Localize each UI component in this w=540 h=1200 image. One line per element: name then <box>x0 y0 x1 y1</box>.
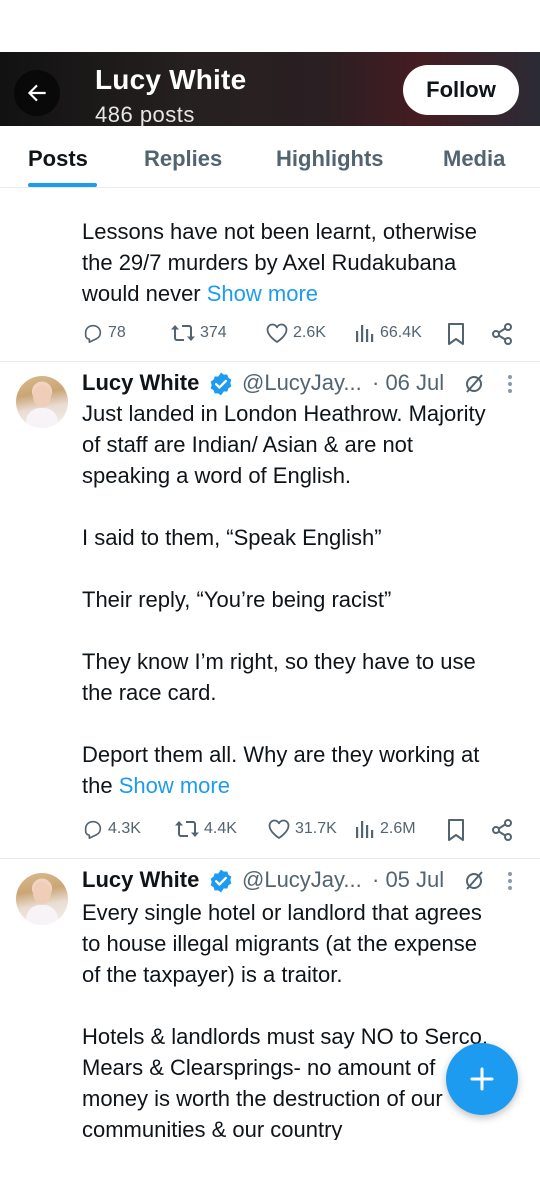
views-icon <box>356 325 374 342</box>
post-line: to house illegal migrants (at the expens… <box>82 931 478 956</box>
like-count: 2.6K <box>293 324 326 341</box>
reply-count: 78 <box>108 324 126 341</box>
post-line: the race card. <box>82 680 217 705</box>
repost-button[interactable]: 4.4K <box>174 818 237 840</box>
share-button[interactable] <box>490 818 514 842</box>
posts-count: 486 posts <box>95 102 195 126</box>
reply-button[interactable]: 78 <box>82 322 126 344</box>
profile-tabs: Posts Replies Highlights Media <box>0 126 540 188</box>
post-line: Deport them all. Why are they working at <box>82 742 480 767</box>
tab-posts[interactable]: Posts <box>28 146 88 172</box>
post-line: Hotels & landlords must say NO to Serco, <box>82 1024 488 1049</box>
status-bar <box>0 0 540 52</box>
post-date[interactable]: · 06 Jul <box>372 370 444 396</box>
grok-icon[interactable] <box>462 372 486 396</box>
post-text: Just landed in London Heathrow. Majority… <box>82 398 527 801</box>
compose-button[interactable] <box>446 1043 518 1115</box>
post-line <box>82 553 527 584</box>
reply-button[interactable]: 4.3K <box>82 818 141 840</box>
repost-icon <box>175 821 199 837</box>
like-count: 31.7K <box>295 820 337 837</box>
repost-count: 374 <box>200 324 227 341</box>
reply-icon <box>84 820 102 839</box>
back-arrow-icon <box>27 84 46 102</box>
post-line <box>82 615 527 646</box>
post-line <box>82 491 527 522</box>
avatar[interactable] <box>16 376 68 428</box>
post-line <box>82 990 527 1021</box>
post-line: speaking a word of English. <box>82 463 352 488</box>
post-line: the <box>82 773 119 798</box>
post-line <box>82 708 527 739</box>
post-line: Their reply, “You’re being racist” <box>82 587 392 612</box>
back-button[interactable] <box>14 70 60 116</box>
grok-icon[interactable] <box>462 869 486 893</box>
author-handle[interactable]: @LucyJay... <box>242 370 362 396</box>
like-button[interactable]: 2.6K <box>265 322 326 344</box>
post-date[interactable]: · 05 Jul <box>372 867 444 893</box>
plus-icon <box>470 1067 494 1091</box>
share-button[interactable] <box>490 322 514 346</box>
views-button[interactable]: 66.4K <box>354 322 422 344</box>
post-text: Lessons have not been learnt, otherwise … <box>82 216 522 309</box>
show-more-link[interactable]: Show more <box>119 773 230 798</box>
repost-button[interactable]: 374 <box>170 322 227 344</box>
post-line: of the taxpayer) is a traitor. <box>82 962 343 987</box>
like-button[interactable]: 31.7K <box>267 818 337 840</box>
reply-count: 4.3K <box>108 820 141 837</box>
post-actions: 78 374 2.6K 66.4K <box>82 322 522 350</box>
post-line: of staff are Indian/ Asian & are not <box>82 432 414 457</box>
views-icon <box>356 821 374 838</box>
repost-icon <box>171 325 195 341</box>
verified-badge-icon <box>210 372 232 396</box>
repost-count: 4.4K <box>204 820 237 837</box>
tab-media[interactable]: Media <box>443 146 505 172</box>
share-icon <box>492 819 512 841</box>
profile-header: Lucy White 486 posts Follow <box>0 52 540 126</box>
post[interactable]: Lucy White @LucyJay... · 06 Jul Just lan… <box>0 362 540 857</box>
active-tab-indicator <box>28 183 97 187</box>
author-name[interactable]: Lucy White <box>82 867 199 893</box>
views-button[interactable]: 2.6M <box>354 818 416 840</box>
author-name[interactable]: Lucy White <box>82 370 199 396</box>
post-line: They know I’m right, so they have to use <box>82 649 476 674</box>
tab-highlights[interactable]: Highlights <box>276 146 384 172</box>
post-header: Lucy White @LucyJay... · 06 Jul <box>82 370 532 400</box>
more-icon[interactable] <box>506 374 514 396</box>
bookmark-button[interactable] <box>446 322 466 346</box>
like-icon <box>268 819 290 839</box>
bottom-area <box>0 1140 540 1200</box>
bookmark-icon <box>448 819 464 841</box>
post-actions: 4.3K 4.4K 31.7K 2.6M <box>82 818 522 846</box>
post-line: Just landed in London Heathrow. Majority <box>82 401 486 426</box>
views-count: 2.6M <box>380 820 416 837</box>
post-header: Lucy White @LucyJay... · 05 Jul <box>82 867 532 897</box>
post-line: the 29/7 murders by Axel Rudakubana <box>82 250 457 275</box>
avatar[interactable] <box>16 873 68 925</box>
follow-button[interactable]: Follow <box>403 65 519 115</box>
post-line: Every single hotel or landlord that agre… <box>82 900 482 925</box>
post-line: I said to them, “Speak English” <box>82 525 382 550</box>
profile-name: Lucy White <box>95 64 247 95</box>
post-line: would never <box>82 281 207 306</box>
bookmark-button[interactable] <box>446 818 466 842</box>
author-handle[interactable]: @LucyJay... <box>242 867 362 893</box>
post-line: Lessons have not been learnt, otherwise <box>82 219 478 244</box>
bookmark-icon <box>448 323 464 345</box>
post[interactable]: Lessons have not been learnt, otherwise … <box>0 188 540 360</box>
views-count: 66.4K <box>380 324 422 341</box>
reply-icon <box>84 324 102 343</box>
more-icon[interactable] <box>506 871 514 893</box>
verified-badge-icon <box>210 869 232 893</box>
tab-replies[interactable]: Replies <box>144 146 222 172</box>
like-icon <box>266 323 288 343</box>
show-more-link[interactable]: Show more <box>207 281 318 306</box>
share-icon <box>492 323 512 345</box>
